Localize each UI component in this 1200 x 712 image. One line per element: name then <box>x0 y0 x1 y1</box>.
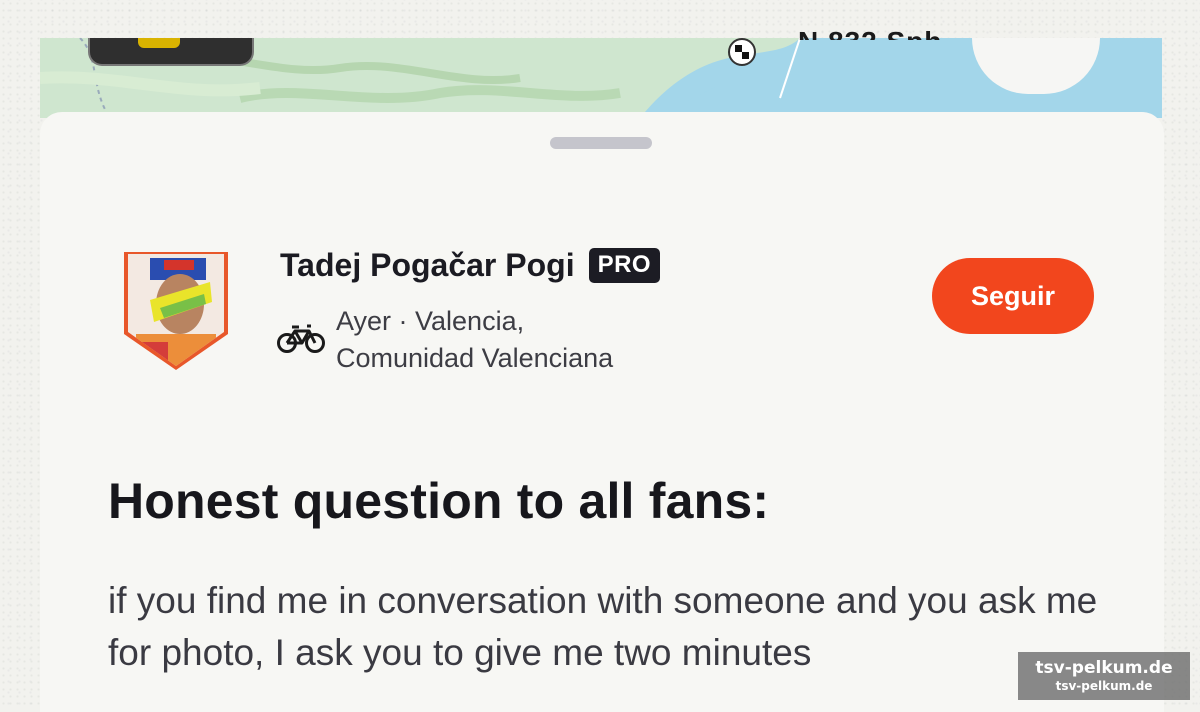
thumbnail-highlight <box>138 38 180 48</box>
follow-button[interactable]: Seguir <box>932 258 1094 334</box>
sheet-drag-handle[interactable] <box>550 137 652 149</box>
watermark-line-2: tsv-pelkum.de <box>1055 679 1153 693</box>
post-body: if you find me in conversation with some… <box>108 580 1098 673</box>
activity-meta: Ayer · Valencia, Comunidad Valenciana <box>336 303 613 377</box>
avatar[interactable] <box>120 250 232 372</box>
bicycle-icon <box>277 323 325 355</box>
photo-thumbnail[interactable] <box>88 38 254 66</box>
pro-badge: PRO <box>588 248 661 283</box>
map-overlay-text: N 832 Sph <box>798 22 942 40</box>
activity-date-location: Ayer · Valencia, <box>336 306 525 336</box>
watermark-line-1: tsv-pelkum.de <box>1035 658 1173 678</box>
checkered-flag-icon <box>728 38 756 66</box>
activity-region: Comunidad Valenciana <box>336 343 614 373</box>
author-row: Tadej Pogačar Pogi PRO <box>280 247 661 284</box>
post-title: Honest question to all fans: <box>108 473 770 529</box>
author-name[interactable]: Tadej Pogačar Pogi <box>280 247 575 284</box>
watermark: tsv-pelkum.de tsv-pelkum.de <box>1018 652 1190 700</box>
